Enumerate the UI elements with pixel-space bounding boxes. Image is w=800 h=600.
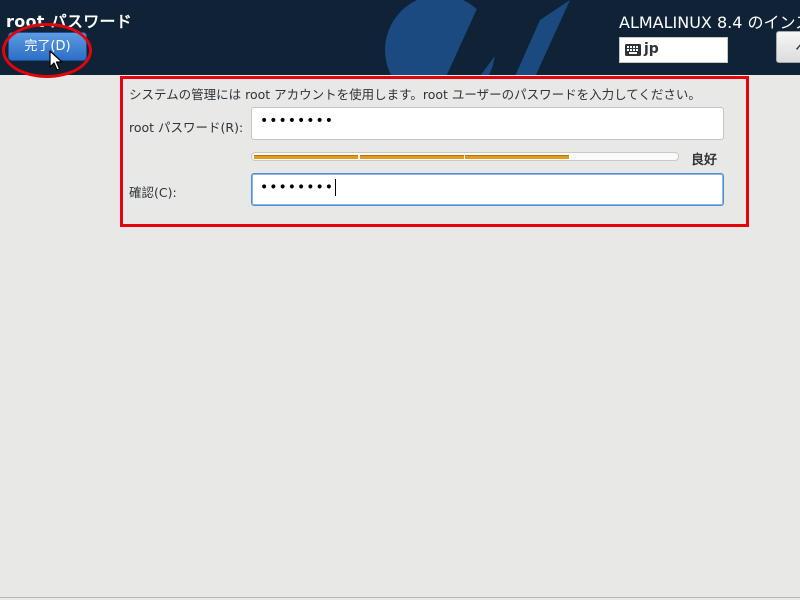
confirm-password-dots: •••••••• [260,179,335,196]
help-button-label: ヘ [795,34,800,58]
product-title: ALMALINUX 8.4 のインストール [619,13,800,32]
top-header: root パスワード ALMALINUX 8.4 のインストール 完了(D) j… [0,0,800,75]
confirm-password-input[interactable]: •••••••• [251,173,724,206]
password-strength-label: 良好 [691,153,718,168]
strength-segment [360,155,464,159]
root-password-input[interactable]: •••••••• [251,107,724,140]
bottom-divider [0,597,800,598]
strength-segment [254,155,358,159]
help-button[interactable]: ヘ [776,31,800,63]
mouse-cursor-icon [49,50,63,71]
keyboard-layout-text: jp [644,41,659,57]
root-password-label: root パスワード(R): [129,120,244,135]
keyboard-layout-indicator[interactable]: jp [619,37,728,63]
password-strength-bar [251,152,679,161]
almalinux-logo [385,0,570,75]
confirm-password-label: 確認(C): [129,185,177,200]
text-caret [335,179,337,196]
done-button-highlight [2,23,92,78]
strength-segment [465,155,569,159]
keyboard-icon [625,44,641,56]
root-password-value: •••••••• [260,113,335,129]
password-description: システムの管理には root アカウントを使用します。root ユーザーのパスワ… [129,87,701,102]
confirm-password-value: •••••••• [260,179,337,196]
